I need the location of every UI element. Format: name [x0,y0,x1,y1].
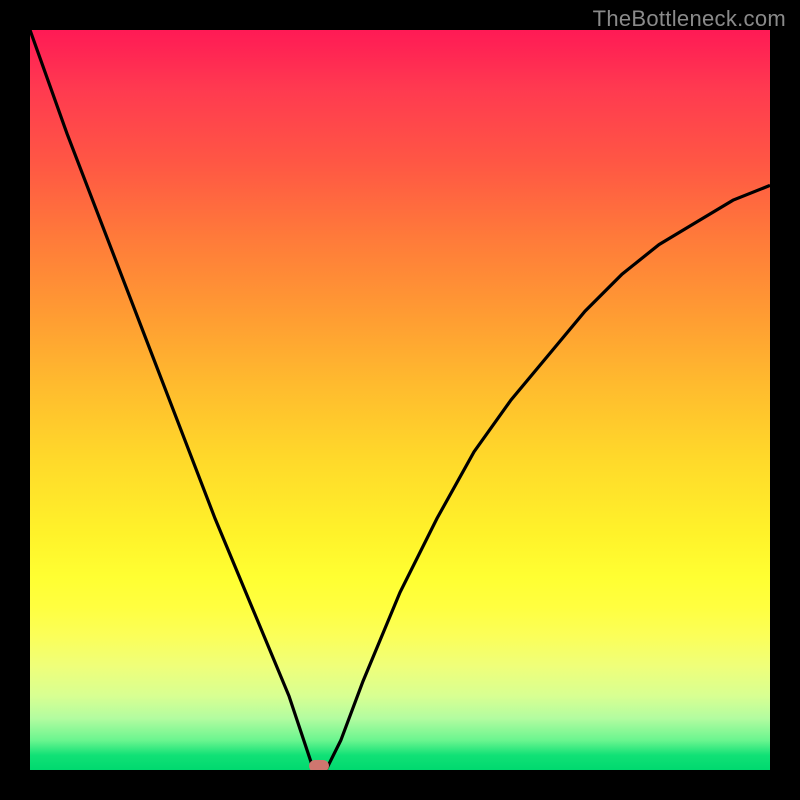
plot-area [30,30,770,770]
bottleneck-marker [309,760,329,770]
watermark-text: TheBottleneck.com [593,6,786,32]
curve-path [30,30,770,770]
curve-svg [30,30,770,770]
chart-frame: TheBottleneck.com [0,0,800,800]
